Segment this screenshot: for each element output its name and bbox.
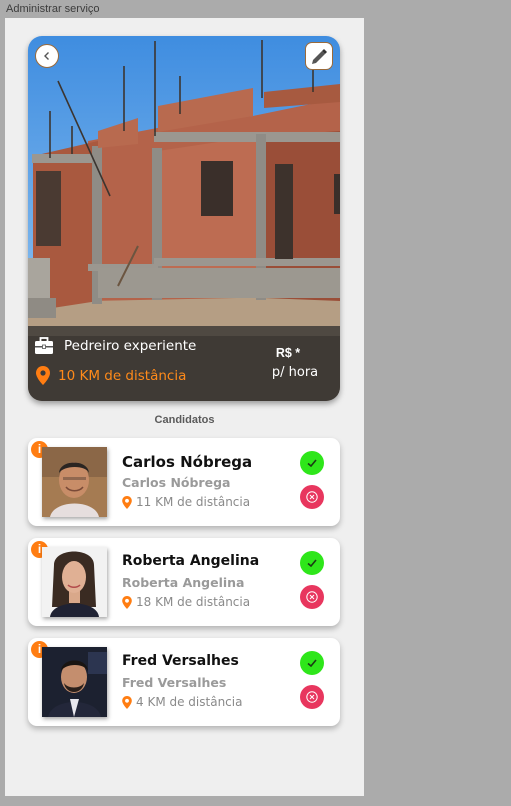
candidate-card[interactable]: i Roberta Angelina Roberta Angelina 18 K… xyxy=(28,538,340,626)
candidates-heading: Candidatos xyxy=(154,414,215,426)
candidate-distance-row: 4 KM de distância xyxy=(122,695,242,709)
edit-button[interactable] xyxy=(305,42,333,70)
service-distance: 10 KM de distância xyxy=(58,367,187,384)
map-pin-icon xyxy=(36,366,50,385)
candidate-distance: 4 KM de distância xyxy=(136,695,243,709)
candidate-subtitle: Roberta Angelina xyxy=(122,575,245,590)
job-row: Pedreiro experiente xyxy=(34,337,196,355)
candidate-subtitle: Fred Versalhes xyxy=(122,675,227,690)
reject-button[interactable] xyxy=(300,585,324,609)
price-unit: p/ hora xyxy=(271,365,319,380)
candidate-name: Roberta Angelina xyxy=(122,553,260,569)
avatar xyxy=(42,547,107,617)
candidate-card[interactable]: i Carlos Nóbrega Carlos Nóbrega 11 KM de… xyxy=(28,438,340,526)
service-distance-row: 10 KM de distância xyxy=(36,366,186,385)
back-button[interactable] xyxy=(35,44,59,68)
pencil-icon xyxy=(312,49,327,64)
map-pin-icon xyxy=(122,495,132,509)
service-info-overlay: Pedreiro experiente 10 KM de distância R… xyxy=(28,326,340,401)
candidate-subtitle: Carlos Nóbrega xyxy=(122,475,231,490)
map-pin-icon xyxy=(122,695,132,709)
service-hero-card: Pedreiro experiente 10 KM de distância R… xyxy=(28,36,340,401)
candidate-name: Carlos Nóbrega xyxy=(122,453,253,471)
reject-button[interactable] xyxy=(300,685,324,709)
price: R$ * xyxy=(275,346,301,360)
avatar xyxy=(42,447,107,517)
check-icon xyxy=(307,459,317,468)
candidate-card[interactable]: i Fred Versalhes Fred Versalhes 4 KM de … xyxy=(28,638,340,726)
job-title: Pedreiro experiente xyxy=(64,338,197,354)
x-circle-icon xyxy=(306,491,318,503)
candidate-distance-row: 11 KM de distância xyxy=(122,495,250,509)
candidate-distance: 11 KM de distância xyxy=(136,495,251,509)
x-circle-icon xyxy=(306,691,318,703)
app-screen: Pedreiro experiente 10 KM de distância R… xyxy=(5,18,364,796)
chevron-left-icon xyxy=(44,52,49,60)
candidate-name: Fred Versalhes xyxy=(122,653,239,669)
map-pin-icon xyxy=(122,595,132,609)
frame-label: Administrar serviço xyxy=(6,3,100,15)
accept-button[interactable] xyxy=(300,451,324,475)
reject-button[interactable] xyxy=(300,485,324,509)
candidate-distance-row: 18 KM de distância xyxy=(122,595,250,609)
accept-button[interactable] xyxy=(300,551,324,575)
x-circle-icon xyxy=(306,591,318,603)
avatar xyxy=(42,647,107,717)
accept-button[interactable] xyxy=(300,651,324,675)
check-icon xyxy=(307,659,317,668)
candidate-distance: 18 KM de distância xyxy=(136,595,251,609)
briefcase-icon xyxy=(35,337,53,354)
check-icon xyxy=(307,559,317,568)
